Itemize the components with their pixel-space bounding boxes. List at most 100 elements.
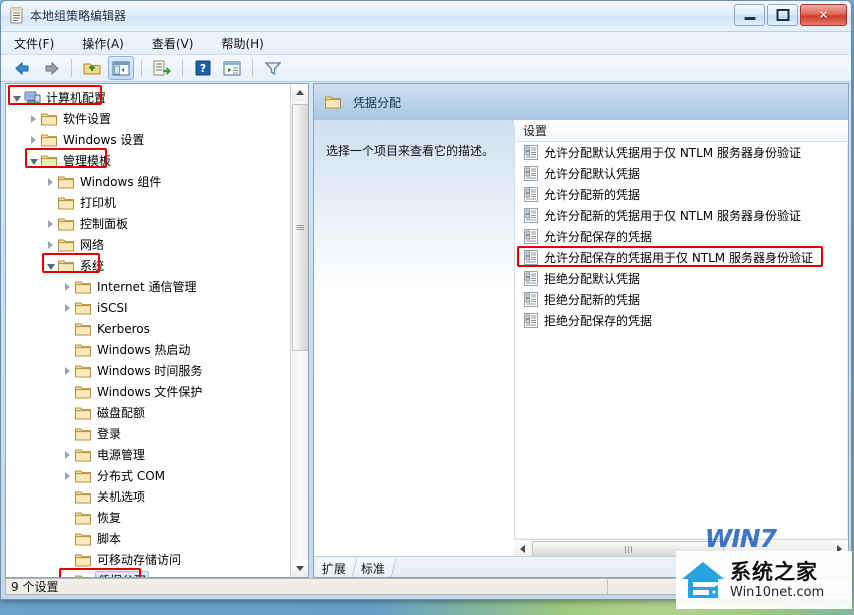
folder-icon	[74, 468, 92, 484]
settings-list-item[interactable]: 允许分配保存的凭据	[515, 226, 848, 247]
tree-node-label: iSCSI	[97, 300, 128, 315]
funnel-filter-icon	[264, 61, 282, 75]
tree-scrollbar-thumb[interactable]	[292, 104, 308, 351]
expand-triangle-icon[interactable]	[27, 129, 40, 150]
collapse-triangle-icon[interactable]	[10, 87, 23, 108]
settings-list-item[interactable]: 允许分配新的凭据用于仅 NTLM 服务器身份验证	[515, 205, 848, 226]
tree-node[interactable]: Windows 热启动	[6, 339, 290, 360]
tree-node[interactable]: 打印机	[6, 192, 290, 213]
settings-list-item[interactable]: 允许分配默认凭据	[515, 163, 848, 184]
export-list-button[interactable]	[149, 56, 175, 80]
status-text: 9 个设置	[11, 580, 59, 594]
expand-triangle-icon[interactable]	[61, 465, 74, 486]
settings-list-item[interactable]: 允许分配保存的凭据用于仅 NTLM 服务器身份验证	[515, 247, 848, 268]
expand-triangle-icon[interactable]	[61, 297, 74, 318]
policy-editor-icon	[9, 7, 25, 24]
folder-icon	[57, 237, 75, 253]
up-folder-button[interactable]	[79, 56, 105, 80]
tree-node-label: 系统	[80, 259, 105, 273]
menu-help[interactable]: 帮助(H)	[218, 33, 266, 54]
menu-view[interactable]: 查看(V)	[149, 33, 197, 54]
tree-node[interactable]: Windows 设置	[6, 129, 290, 150]
settings-item-label: 允许分配新的凭据用于仅 NTLM 服务器身份验证	[544, 209, 801, 223]
tree-node[interactable]: 磁盘配额	[6, 402, 290, 423]
settings-item-label: 允许分配默认凭据用于仅 NTLM 服务器身份验证	[544, 146, 801, 160]
settings-column-header[interactable]: 设置	[515, 120, 848, 142]
tree-node[interactable]: 脚本	[6, 528, 290, 549]
expand-triangle-icon[interactable]	[44, 213, 57, 234]
tree-node[interactable]: 电源管理	[6, 444, 290, 465]
tree-node[interactable]: Windows 组件	[6, 171, 290, 192]
tree-node[interactable]: Internet 通信管理	[6, 276, 290, 297]
tree-scroll-up-button[interactable]	[291, 84, 308, 101]
policy-tree[interactable]: 计算机配置 软件设置 Windows 设置 管理模板 Windows 组件打印机控制面板…	[6, 84, 290, 577]
back-button[interactable]	[9, 56, 35, 80]
filter-button[interactable]	[260, 56, 286, 80]
settings-list[interactable]: 允许分配默认凭据用于仅 NTLM 服务器身份验证 允许分配默认凭据允许分配新的凭据…	[515, 142, 848, 331]
expand-triangle-icon[interactable]	[61, 444, 74, 465]
minimize-button[interactable]	[734, 4, 765, 26]
settings-list-item[interactable]: 拒绝分配保存的凭据	[515, 310, 848, 331]
tree-node-label: 分布式 COM	[97, 469, 165, 483]
list-horizontal-scrollbar[interactable]	[514, 539, 848, 558]
expand-triangle-icon[interactable]	[61, 360, 74, 381]
tree-node[interactable]: 恢复	[6, 507, 290, 528]
folder-icon	[74, 531, 92, 547]
tree-node[interactable]: 关机选项	[6, 486, 290, 507]
tree-node[interactable]: iSCSI	[6, 297, 290, 318]
toolbar-separator-2	[141, 59, 142, 77]
tree-node[interactable]: 网络	[6, 234, 290, 255]
tree-scroll-down-button[interactable]	[291, 560, 308, 577]
tree-node-label: 打印机	[80, 196, 117, 210]
list-scroll-right-button[interactable]	[831, 540, 848, 557]
settings-list-item[interactable]: 允许分配新的凭据	[515, 184, 848, 205]
tree-node[interactable]: Windows 文件保护	[6, 381, 290, 402]
policy-setting-icon	[523, 229, 539, 245]
show-hide-tree-button[interactable]	[108, 56, 134, 80]
expand-triangle-icon[interactable]	[27, 108, 40, 129]
tree-node[interactable]: Kerberos	[6, 318, 290, 339]
settings-pane-header: 凭据分配	[314, 84, 848, 121]
tree-node[interactable]: 可移动存储访问	[6, 549, 290, 570]
list-scroll-left-button[interactable]	[514, 540, 531, 557]
expand-triangle-icon[interactable]	[44, 171, 57, 192]
list-scroll-track[interactable]	[531, 540, 831, 558]
tree-node-label: Windows 时间服务	[97, 364, 203, 378]
tab-extended[interactable]: 扩展	[314, 559, 358, 577]
settings-item-label: 拒绝分配保存的凭据	[544, 314, 653, 328]
collapse-triangle-icon[interactable]	[27, 150, 40, 171]
tree-node[interactable]: 凭据分配	[6, 570, 290, 577]
settings-list-item[interactable]: 拒绝分配默认凭据	[515, 268, 848, 289]
forward-button[interactable]	[38, 56, 64, 80]
close-button[interactable]: ✕	[800, 4, 847, 26]
expand-triangle-icon[interactable]	[44, 234, 57, 255]
tree-node[interactable]: 管理模板	[6, 150, 290, 171]
collapse-triangle-icon[interactable]	[44, 255, 57, 276]
expand-triangle-icon[interactable]	[61, 276, 74, 297]
column-header-label: 设置	[523, 124, 548, 138]
tree-node[interactable]: 软件设置	[6, 108, 290, 129]
policy-setting-icon	[523, 313, 539, 329]
settings-item-label: 允许分配默认凭据	[544, 167, 641, 181]
settings-list-item[interactable]: 允许分配默认凭据用于仅 NTLM 服务器身份验证	[515, 142, 848, 163]
tree-node[interactable]: 登录	[6, 423, 290, 444]
tree-node[interactable]: 计算机配置	[6, 87, 290, 108]
menu-file[interactable]: 文件(F)	[11, 33, 57, 54]
tab-standard[interactable]: 标准	[352, 559, 397, 577]
toolbar-separator-3	[182, 59, 183, 77]
menu-action[interactable]: 操作(A)	[79, 33, 127, 54]
tree-node[interactable]: Windows 时间服务	[6, 360, 290, 381]
folder-icon	[74, 279, 92, 295]
tree-node[interactable]: 控制面板	[6, 213, 290, 234]
tree-node[interactable]: 系统	[6, 255, 290, 276]
maximize-button[interactable]	[767, 4, 798, 26]
tree-vertical-scrollbar[interactable]	[290, 84, 308, 577]
settings-list-item[interactable]: 拒绝分配新的凭据	[515, 289, 848, 310]
tree-node[interactable]: 分布式 COM	[6, 465, 290, 486]
folder-icon	[74, 342, 92, 358]
properties-button[interactable]	[219, 56, 245, 80]
help-button[interactable]: ?	[190, 56, 216, 80]
